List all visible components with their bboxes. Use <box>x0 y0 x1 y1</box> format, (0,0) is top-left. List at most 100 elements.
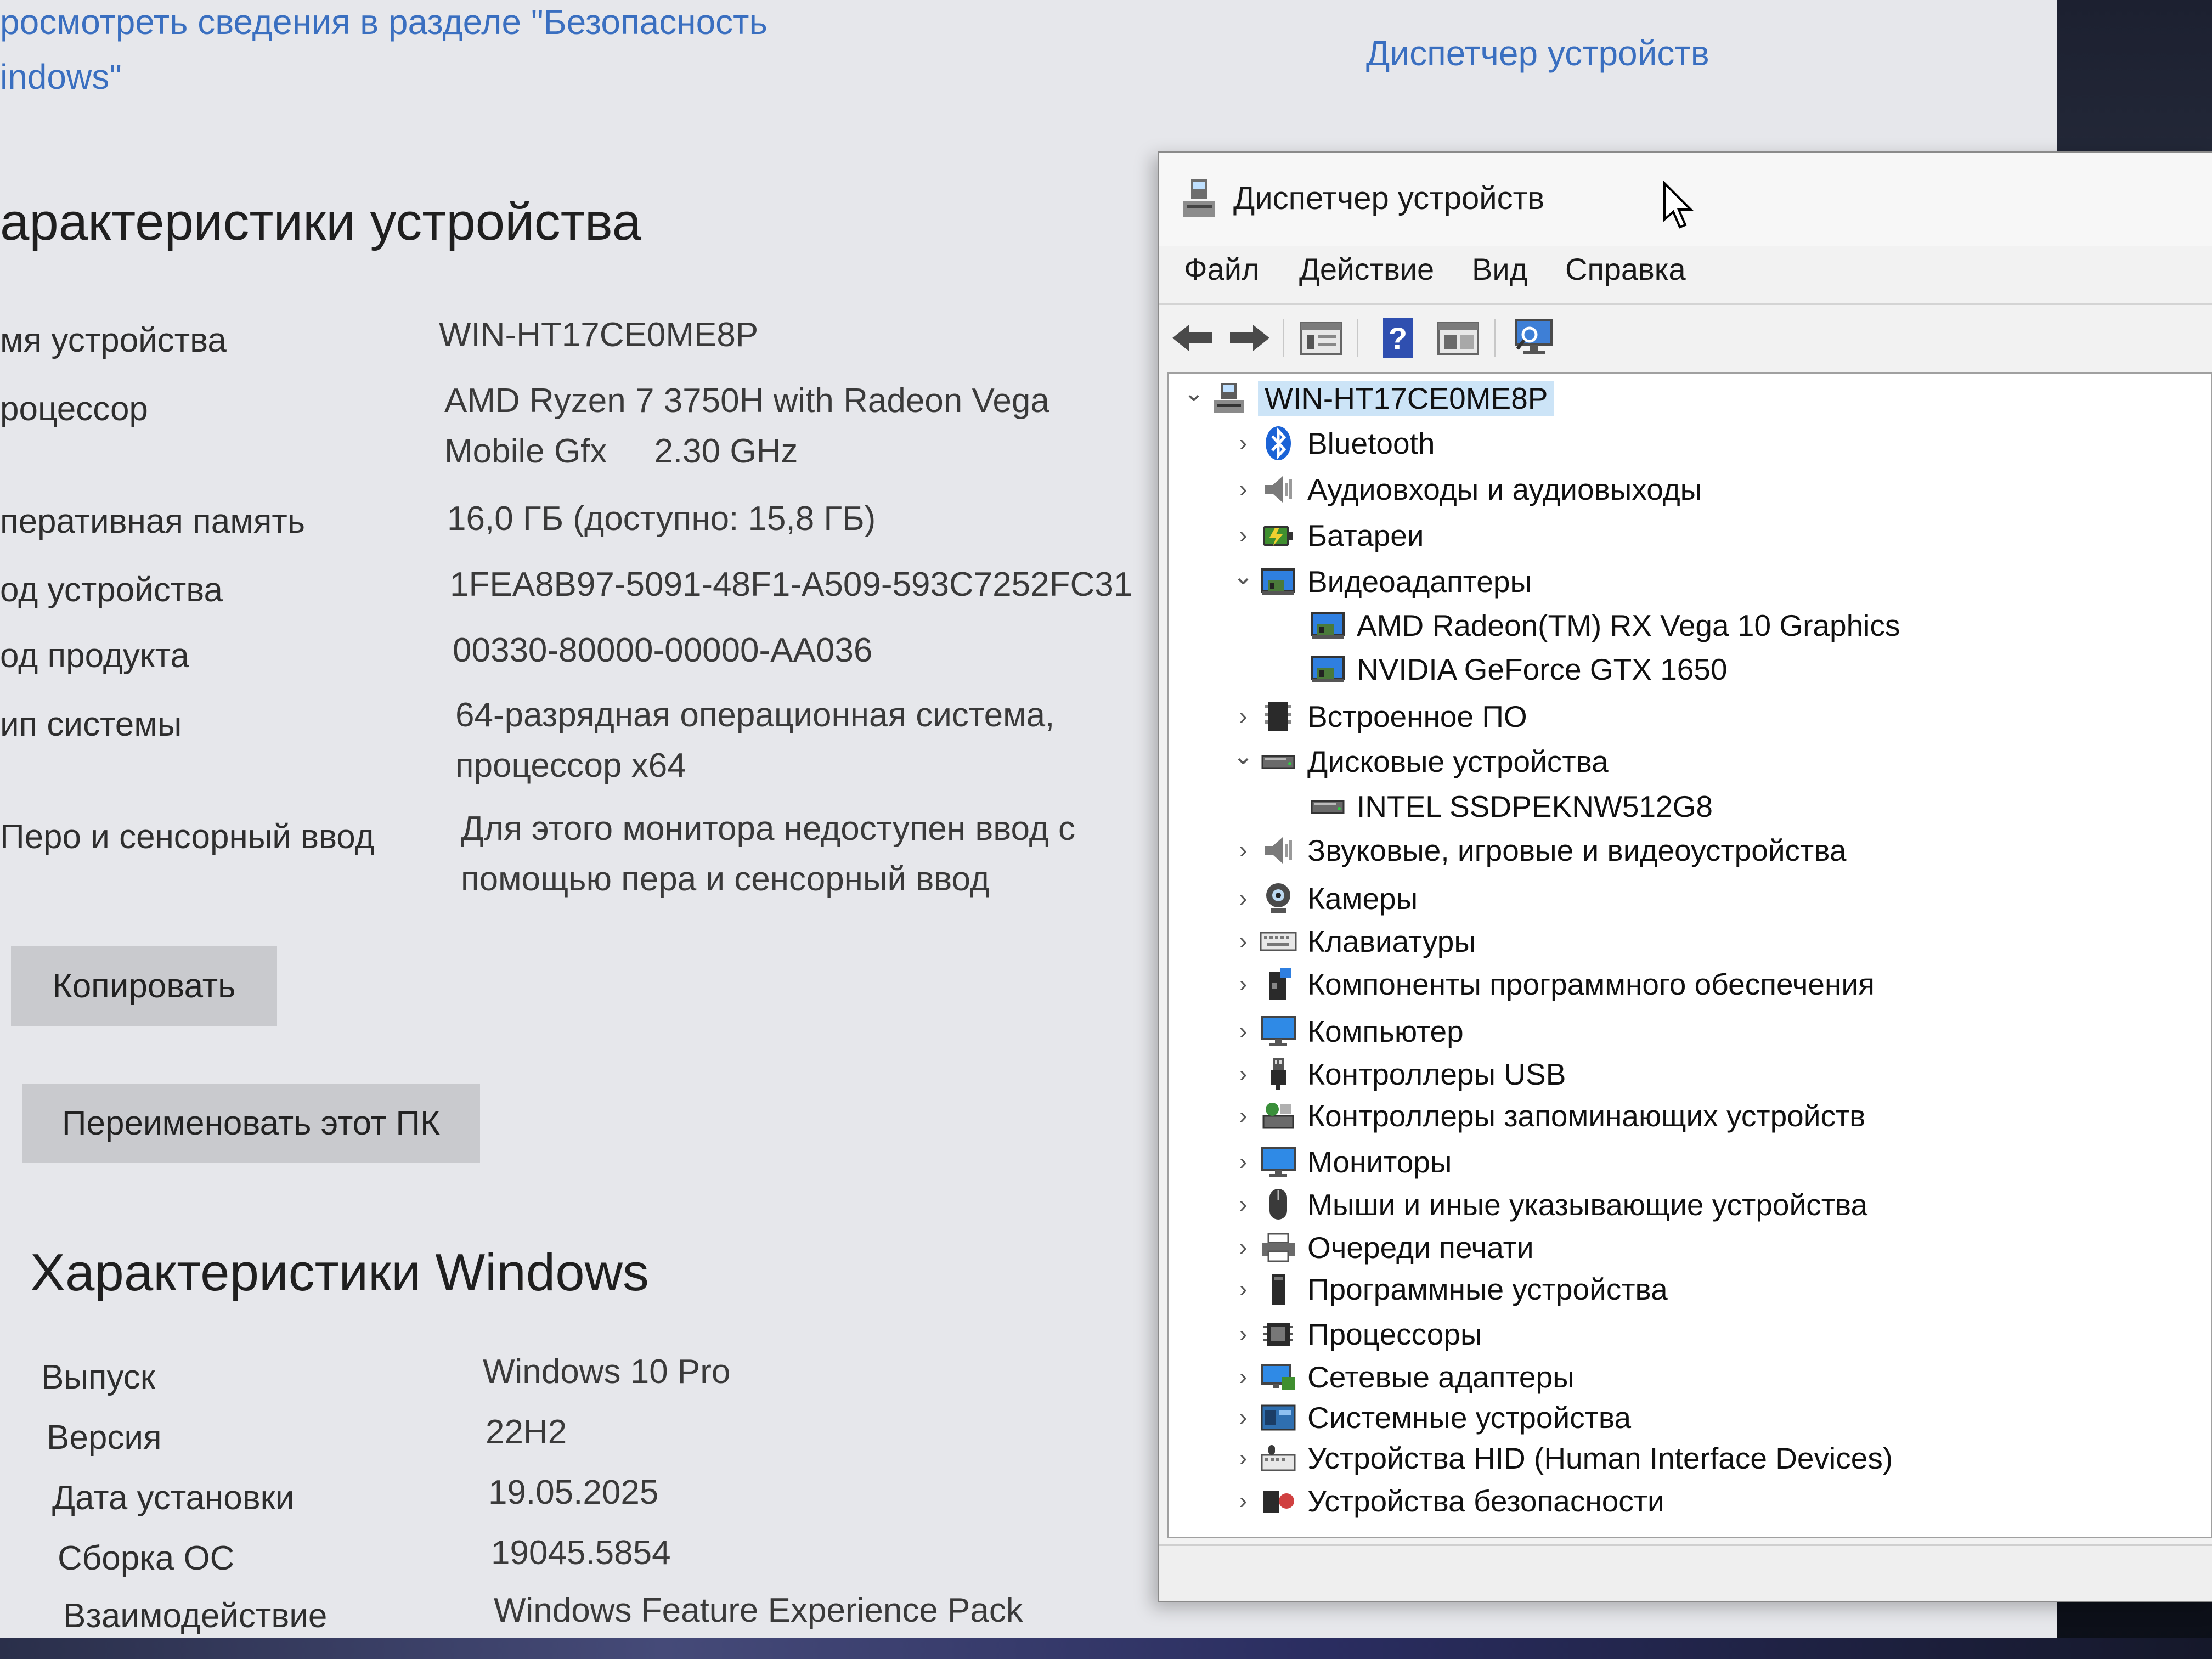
tree-root[interactable]: ⌄ WIN-HT17CE0ME8P <box>1180 376 1555 420</box>
menu-help[interactable]: Справка <box>1565 251 1686 287</box>
copy-button[interactable]: Копировать <box>11 946 277 1026</box>
status-bar <box>1159 1544 2212 1601</box>
tree-category[interactable]: › Программные устройства <box>1229 1267 1668 1311</box>
expand-right-icon[interactable]: › <box>1229 1191 1257 1218</box>
tree-category[interactable]: › Устройства HID (Human Interface Devices… <box>1229 1436 1893 1480</box>
forward-arrow-icon[interactable] <box>1228 316 1272 360</box>
tree-node-label: Батареи <box>1307 518 1424 552</box>
windows-specs-title: Характеристики Windows <box>30 1243 649 1302</box>
speaker-icon <box>1257 470 1300 509</box>
expand-right-icon[interactable]: › <box>1229 703 1257 730</box>
tree-category[interactable]: › Аудиовходы и аудиовыходы <box>1229 467 1702 511</box>
tree-category[interactable]: › Сетевые адаптеры <box>1229 1355 1575 1399</box>
expand-right-icon[interactable]: › <box>1229 476 1257 503</box>
expand-right-icon[interactable]: › <box>1229 1321 1257 1348</box>
rename-pc-button[interactable]: Переименовать этот ПК <box>22 1084 480 1163</box>
tree-device[interactable]: NVIDIA GeForce GTX 1650 <box>1279 647 1728 691</box>
expand-right-icon[interactable]: › <box>1229 430 1257 457</box>
display-adapter-icon <box>1306 606 1349 645</box>
tree-category[interactable]: › Клавиатуры <box>1229 919 1476 963</box>
menu-view[interactable]: Вид <box>1472 251 1527 287</box>
tree-category[interactable]: › Компоненты программного обеспечения <box>1229 962 1875 1006</box>
tree-category[interactable]: › Контроллеры USB <box>1229 1052 1566 1096</box>
expand-right-icon[interactable]: › <box>1229 928 1257 955</box>
spec-value-processor-line1: AMD Ryzen 7 3750H with Radeon Vega <box>444 382 1049 420</box>
tree-category[interactable]: › Системные устройства <box>1229 1396 1631 1440</box>
tree-node-label: Аудиовходы и аудиовыходы <box>1307 472 1702 506</box>
win-value-version: 22H2 <box>486 1413 567 1451</box>
tree-node-label: Системные устройства <box>1307 1401 1632 1435</box>
security-info-link[interactable]: росмотреть сведения в разделе "Безопасно… <box>0 0 768 104</box>
tree-node-label: Очереди печати <box>1307 1231 1534 1265</box>
tree-category[interactable]: › Bluetooth <box>1229 421 1435 465</box>
tree-category[interactable]: › Встроенное ПО <box>1229 695 1527 738</box>
expand-right-icon[interactable]: › <box>1229 837 1257 864</box>
expand-down-icon[interactable]: ⌄ <box>1229 742 1257 770</box>
tree-category[interactable]: › Процессоры <box>1229 1312 1482 1356</box>
device-manager-link[interactable]: Диспетчер устройств <box>1366 33 1709 74</box>
help-icon[interactable]: ? <box>1376 316 1420 360</box>
expand-right-icon[interactable]: › <box>1229 1060 1257 1088</box>
expand-right-icon[interactable]: › <box>1229 1444 1257 1472</box>
spec-value-pen-touch-line1: Для этого монитора недоступен ввод с <box>461 810 1076 848</box>
tree-category[interactable]: ⌄ Видеоадаптеры <box>1229 560 1532 603</box>
expand-right-icon[interactable]: › <box>1229 1018 1257 1045</box>
hid-icon <box>1257 1439 1300 1477</box>
tree-category[interactable]: › Компьютер <box>1229 1009 1464 1053</box>
expand-right-icon[interactable]: › <box>1229 1234 1257 1261</box>
security-link-line2[interactable]: indows" <box>0 49 768 104</box>
toolbar: ? <box>1159 303 2212 371</box>
tree-category[interactable]: › Батареи <box>1229 514 1424 557</box>
device-manager-app-icon <box>1183 179 1215 217</box>
device-tree[interactable]: ⌄ WIN-HT17CE0ME8P › Bluetooth › Аудиовходы и … <box>1167 372 2212 1538</box>
expand-down-icon[interactable]: ⌄ <box>1229 562 1257 590</box>
spec-label-ram: перативная память <box>0 503 306 540</box>
expand-right-icon[interactable]: › <box>1229 1102 1257 1130</box>
tree-node-label: Клавиатуры <box>1307 924 1476 958</box>
camera-icon <box>1257 879 1300 918</box>
tree-node-label: Программные устройства <box>1307 1272 1668 1306</box>
win-label-version: Версия <box>47 1419 162 1457</box>
firmware-icon <box>1257 697 1300 736</box>
expand-down-icon[interactable]: ⌄ <box>1180 379 1207 407</box>
expand-right-icon[interactable]: › <box>1229 885 1257 912</box>
expand-right-icon[interactable]: › <box>1229 1487 1257 1515</box>
tree-category[interactable]: › Мониторы <box>1229 1140 1452 1184</box>
expand-right-icon[interactable]: › <box>1229 522 1257 549</box>
tree-node-label: Процессоры <box>1307 1317 1482 1351</box>
tree-device[interactable]: AMD Radeon(TM) RX Vega 10 Graphics <box>1279 603 1900 647</box>
tree-category[interactable]: › Звуковые, игровые и видеоустройства <box>1229 828 1847 872</box>
menu-file[interactable]: Файл <box>1184 251 1260 287</box>
system-device-icon <box>1257 1398 1300 1437</box>
display-adapter-icon <box>1257 562 1300 601</box>
network-adapter-icon <box>1257 1358 1300 1396</box>
tree-category[interactable]: ⌄ Дисковые устройства <box>1229 740 1609 783</box>
tree-category[interactable]: › Контроллеры запоминающих устройств <box>1229 1094 1866 1138</box>
properties-icon[interactable] <box>1299 316 1343 360</box>
win-value-edition: Windows 10 Pro <box>483 1353 731 1391</box>
taskbar <box>0 1638 2212 1659</box>
expand-right-icon[interactable]: › <box>1229 970 1257 998</box>
toolbar-separator <box>1494 319 1496 357</box>
display-adapter-icon <box>1306 650 1349 689</box>
toolbar-separator <box>1283 319 1284 357</box>
tree-category[interactable]: › Устройства безопасности <box>1229 1479 1664 1523</box>
back-arrow-icon[interactable] <box>1170 316 1214 360</box>
tree-category[interactable]: › Мыши и иные указывающие устройства <box>1229 1183 1867 1227</box>
security-link-line1[interactable]: росмотреть сведения в разделе "Безопасно… <box>0 0 768 49</box>
expand-right-icon[interactable]: › <box>1229 1404 1257 1431</box>
expand-right-icon[interactable]: › <box>1229 1276 1257 1303</box>
keyboard-icon <box>1257 922 1300 961</box>
tree-device[interactable]: INTEL SSDPEKNW512G8 <box>1279 785 1713 828</box>
expand-right-icon[interactable]: › <box>1229 1148 1257 1176</box>
expand-right-icon[interactable]: › <box>1229 1363 1257 1391</box>
win-value-install-date: 19.05.2025 <box>488 1474 659 1511</box>
toolbar-separator <box>1357 319 1358 357</box>
update-driver-icon[interactable] <box>1436 316 1480 360</box>
tree-node-label: Встроенное ПО <box>1307 699 1527 733</box>
tree-category[interactable]: › Очереди печати <box>1229 1226 1534 1269</box>
battery-icon <box>1257 516 1300 555</box>
menu-action[interactable]: Действие <box>1299 251 1434 287</box>
scan-hardware-icon[interactable] <box>1513 316 1557 360</box>
tree-category[interactable]: › Камеры <box>1229 877 1418 921</box>
